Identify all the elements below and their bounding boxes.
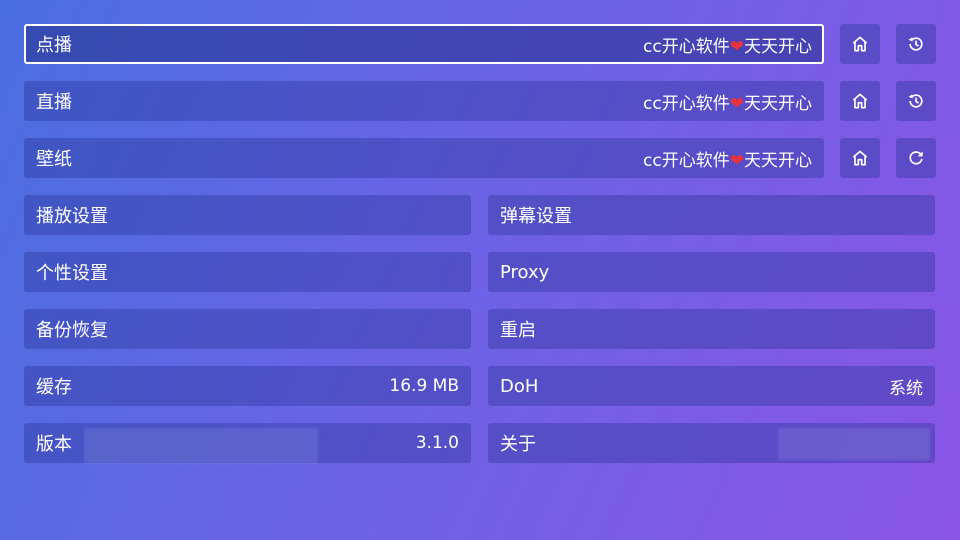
proxy-row[interactable]: Proxy [488,252,935,292]
danmaku-settings-label: 弹幕设置 [500,206,572,227]
heart-icon: ❤ [729,150,744,171]
play-settings-label: 播放设置 [36,206,108,227]
vod-site-row[interactable]: 点播 cc开心软件❤天天开心 [24,24,824,64]
cache-row[interactable]: 缓存 16.9 MB [24,366,471,406]
about-label: 关于 [500,434,536,455]
live-site-label: 直播 [36,92,72,113]
vod-site-value: cc开心软件❤天天开心 [643,36,812,57]
proxy-label: Proxy [500,261,550,283]
wallpaper-refresh-button[interactable] [896,138,936,178]
backup-restore-label: 备份恢复 [36,320,108,341]
danmaku-settings-row[interactable]: 弹幕设置 [488,195,935,235]
home-icon [852,150,868,166]
heart-icon: ❤ [729,93,744,114]
cache-label: 缓存 [36,377,72,398]
doh-label: DoH [500,375,539,397]
wallpaper-site-row[interactable]: 壁纸 cc开心软件❤天天开心 [24,138,824,178]
home-icon [852,93,868,109]
play-settings-row[interactable]: 播放设置 [24,195,471,235]
heart-icon: ❤ [729,36,744,57]
wallpaper-site-label: 壁纸 [36,149,72,170]
doh-value: 系统 [889,378,923,399]
wallpaper-site-value: cc开心软件❤天天开心 [643,150,812,171]
live-home-button[interactable] [840,81,880,121]
about-redacted-area [778,428,930,460]
version-label: 版本 [36,434,72,455]
personal-settings-label: 个性设置 [36,263,108,284]
vod-home-button[interactable] [840,24,880,64]
refresh-icon [909,151,923,165]
live-site-value: cc开心软件❤天天开心 [643,93,812,114]
version-redacted-area [84,428,318,464]
live-history-button[interactable] [896,81,936,121]
cache-value: 16.9 MB [389,376,459,396]
doh-row[interactable]: DoH 系统 [488,366,935,406]
restart-label: 重启 [500,320,536,341]
vod-history-button[interactable] [896,24,936,64]
wallpaper-home-button[interactable] [840,138,880,178]
history-icon [908,94,923,108]
live-site-row[interactable]: 直播 cc开心软件❤天天开心 [24,81,824,121]
vod-site-label: 点播 [36,35,72,56]
history-icon [908,37,923,51]
backup-restore-row[interactable]: 备份恢复 [24,309,471,349]
restart-row[interactable]: 重启 [488,309,935,349]
version-value: 3.1.0 [415,433,459,453]
home-icon [852,36,868,52]
personal-settings-row[interactable]: 个性设置 [24,252,471,292]
